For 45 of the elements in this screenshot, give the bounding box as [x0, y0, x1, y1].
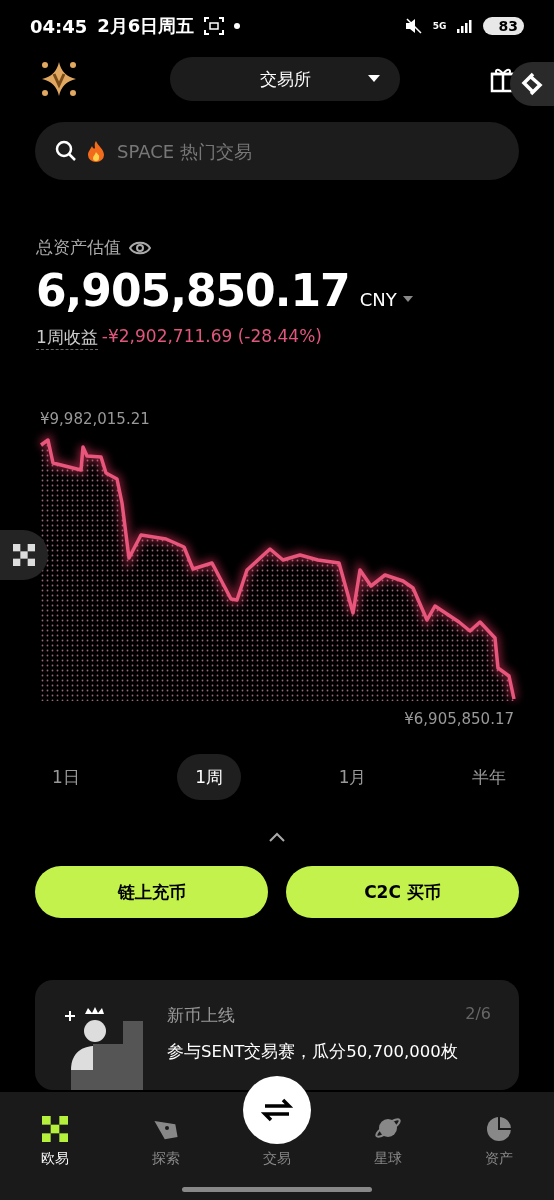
network-type: 5G: [432, 21, 447, 31]
battery-level: 83: [482, 17, 524, 35]
promo-title: 新币上线: [167, 1004, 235, 1027]
total-amount: 6,905,850.17: [36, 265, 350, 316]
period-tab[interactable]: 1月: [330, 754, 375, 800]
grid-icon: [13, 544, 35, 566]
side-handle[interactable]: [510, 62, 554, 106]
caret-icon: [402, 296, 413, 303]
page-counter: 2/6: [465, 1004, 491, 1025]
period-tab[interactable]: 1日: [44, 754, 88, 800]
status-date: 2月6日周五: [97, 14, 195, 38]
dot-icon: [234, 23, 241, 29]
promo-card[interactable]: 新币上线 2/6 参与SENT交易赛，瓜分50,700,000枚: [35, 980, 519, 1090]
search-field[interactable]: SPACE 热门交易: [35, 122, 519, 180]
max-value: ¥9,982,015.21: [39, 410, 151, 428]
assets-label: 总资产估值: [36, 236, 121, 259]
nav-tab[interactable]: 欧易: [0, 1116, 111, 1168]
side-handle[interactable]: [0, 530, 48, 580]
action-button[interactable]: 链上充币: [35, 866, 268, 918]
nav-tab[interactable]: 资产: [443, 1116, 554, 1168]
fire-icon: [87, 140, 105, 162]
screenshot-icon: [204, 17, 225, 35]
mute-icon: [404, 18, 423, 34]
search-input[interactable]: SPACE 热门交易: [115, 139, 499, 163]
signal-icon: [456, 19, 473, 33]
grid-icon: [42, 1116, 69, 1142]
min-value: ¥6,905,850.17: [403, 710, 515, 728]
chevron-up-icon[interactable]: [269, 832, 285, 842]
period-tab[interactable]: 1周: [177, 754, 242, 800]
caret-icon: [368, 75, 380, 83]
currency-dropdown[interactable]: CNY: [359, 289, 413, 310]
clock-time: 04:45: [30, 15, 88, 37]
nav-tab[interactable]: 探索: [110, 1116, 222, 1168]
search-icon: [55, 140, 77, 162]
promo-text: 参与SENT交易赛，瓜分50,700,000枚: [167, 1041, 459, 1063]
mode-dropdown[interactable]: 交易所: [170, 57, 400, 101]
nav-tab[interactable]: 交易: [221, 1150, 333, 1168]
pie-chart-icon: [485, 1116, 512, 1142]
action-button[interactable]: C2C 买币: [286, 866, 519, 918]
period-tab[interactable]: 半年: [464, 754, 514, 800]
pnl-label[interactable]: 1周收益: [36, 326, 98, 350]
swap-button[interactable]: [243, 1076, 311, 1144]
pnl-value: -¥2,902,711.69 (-28.44%): [101, 326, 322, 348]
nav-tab[interactable]: 星球: [332, 1114, 444, 1168]
eye-icon[interactable]: [129, 239, 151, 256]
